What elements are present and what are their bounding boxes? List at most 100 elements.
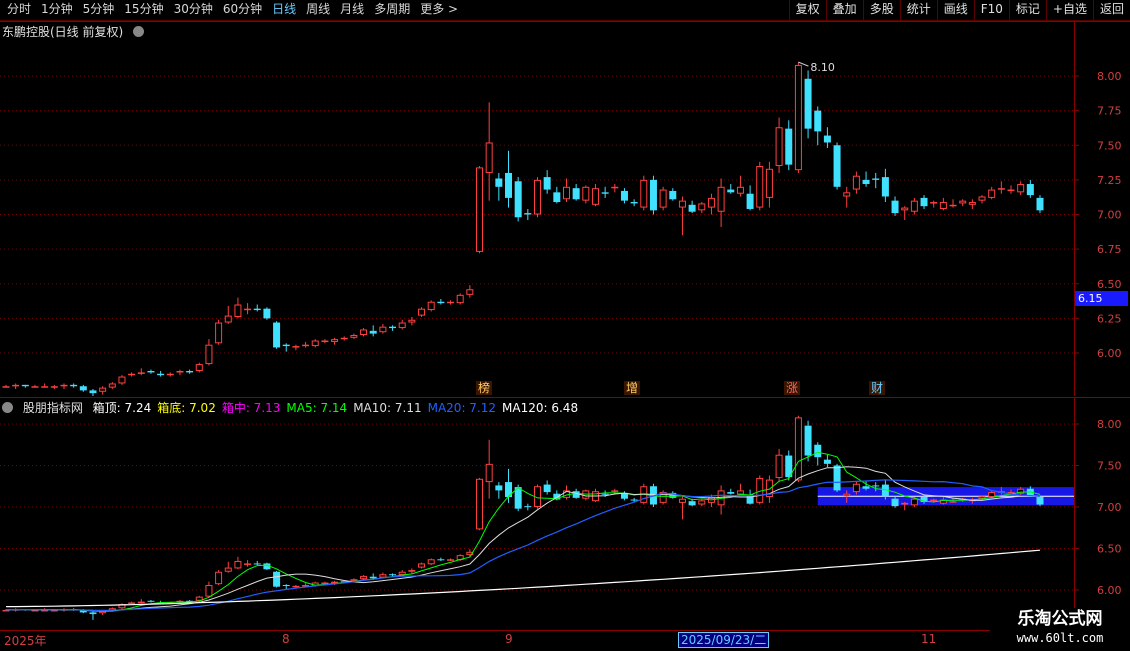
toolbar-button[interactable]: 多股 bbox=[862, 0, 900, 20]
candle-body bbox=[659, 189, 667, 208]
candle-body bbox=[678, 200, 686, 208]
candle-body bbox=[195, 364, 203, 372]
period-tab[interactable]: 60分钟 bbox=[218, 0, 267, 20]
candle-body bbox=[630, 499, 638, 501]
candle-body bbox=[852, 175, 860, 190]
candle-body bbox=[959, 200, 967, 204]
candle-body bbox=[524, 213, 532, 215]
price-tick-label: 6.75 bbox=[1097, 243, 1122, 256]
candle-body bbox=[215, 322, 223, 344]
candle-body bbox=[302, 585, 310, 587]
indicator-value: 箱顶: 7.24 bbox=[92, 401, 152, 415]
period-tab[interactable]: 多周期 bbox=[369, 0, 415, 20]
event-marker[interactable]: 涨 bbox=[784, 381, 801, 395]
indicator-chart[interactable]: 6.00 6.50 7.00 7.50 8.00 bbox=[0, 397, 1130, 630]
candle-body bbox=[881, 177, 889, 197]
main-chart-panel[interactable]: 东鹏控股(日线 前复权) 6.00 6.25 6.50 6.75 7.00 7.25 7.5… bbox=[0, 21, 1130, 396]
candle-body bbox=[862, 486, 870, 489]
candle-body bbox=[186, 371, 194, 373]
period-tab[interactable]: 分时 bbox=[2, 0, 36, 20]
candle-body bbox=[930, 202, 938, 204]
candle-body bbox=[543, 484, 551, 493]
candle-body bbox=[688, 204, 696, 212]
candle-body bbox=[901, 502, 909, 505]
toolbar-button[interactable]: 标记 bbox=[1008, 0, 1046, 20]
indicator-value: MA120: 6.48 bbox=[502, 401, 579, 415]
candle-body bbox=[369, 576, 377, 579]
candle-body bbox=[843, 192, 851, 197]
candle-body bbox=[746, 193, 754, 209]
period-tab[interactable]: 日线 bbox=[267, 0, 301, 20]
candle-body bbox=[437, 301, 445, 304]
indicator-value: MA5: 7.14 bbox=[286, 401, 348, 415]
candle-body bbox=[31, 609, 39, 612]
candle-body bbox=[727, 492, 735, 494]
period-tab[interactable]: 30分钟 bbox=[169, 0, 218, 20]
candle-body bbox=[823, 135, 831, 143]
candlestick-chart[interactable]: 6.00 6.25 6.50 6.75 7.00 7.25 7.50 7.75 8.00 8.10… bbox=[0, 21, 1130, 396]
indicator-panel[interactable]: 股朋指标网 箱顶: 7.24 箱底: 7.02 箱中: 7.13 MA5: 7.14 M… bbox=[0, 397, 1130, 630]
candle-body bbox=[910, 200, 918, 212]
period-tab[interactable]: 5分钟 bbox=[78, 0, 120, 20]
candle-body bbox=[340, 337, 348, 340]
price-tick-label: 7.25 bbox=[1097, 174, 1122, 187]
candle-body bbox=[263, 308, 271, 319]
toolbar-button[interactable]: F10 bbox=[973, 0, 1009, 20]
event-marker[interactable]: 财 bbox=[869, 381, 886, 395]
period-toolbar: 分时 1分钟 5分钟 15分钟 30分钟 60分钟 日线 周线 月线 多周期 更多 > 复权 叠加 多股… bbox=[0, 0, 1130, 21]
date-label: 2025年 bbox=[4, 634, 47, 648]
candle-body bbox=[147, 371, 155, 373]
candle-body bbox=[901, 207, 909, 211]
main-chart-title-bar: 东鹏控股(日线 前复权) bbox=[2, 23, 150, 40]
candle-body bbox=[514, 181, 522, 218]
toolbar-button[interactable]: 复权 bbox=[788, 0, 826, 20]
candle-body bbox=[273, 571, 281, 587]
candle-body bbox=[678, 498, 686, 503]
indicator-name: 股朋指标网 bbox=[22, 401, 83, 415]
candle-body bbox=[224, 315, 232, 323]
date-label: 9 bbox=[505, 632, 513, 646]
price-tick-label: 7.50 bbox=[1097, 460, 1122, 473]
candle-body bbox=[1017, 184, 1025, 193]
price-tick-label: 7.00 bbox=[1097, 501, 1122, 514]
ma5-line bbox=[5, 451, 1041, 612]
candle-body bbox=[99, 387, 107, 392]
candle-body bbox=[447, 301, 455, 304]
candle-body bbox=[418, 308, 426, 316]
period-tab[interactable]: 1分钟 bbox=[36, 0, 78, 20]
candle-body bbox=[1026, 184, 1034, 196]
candle-body bbox=[476, 167, 484, 252]
dropdown-circle-icon[interactable] bbox=[133, 26, 145, 37]
price-tick-label: 6.00 bbox=[1097, 584, 1122, 597]
candle-body bbox=[949, 204, 957, 207]
event-marker[interactable]: 榜 bbox=[476, 381, 493, 395]
candle-body bbox=[698, 500, 706, 505]
candle-body bbox=[311, 340, 319, 347]
toolbar-button[interactable]: 返回 bbox=[1092, 0, 1130, 20]
candle-body bbox=[1036, 197, 1044, 211]
candle-body bbox=[224, 567, 232, 572]
candle-body bbox=[89, 390, 97, 394]
indicator-value: 箱中: 7.13 bbox=[221, 401, 281, 415]
candle-body bbox=[794, 64, 802, 171]
dropdown-circle-icon[interactable] bbox=[2, 402, 13, 413]
indicator-value: 箱底: 7.02 bbox=[157, 401, 216, 415]
candle-body bbox=[456, 294, 464, 304]
period-tab[interactable]: 15分钟 bbox=[119, 0, 168, 20]
period-tab[interactable]: 周线 bbox=[301, 0, 335, 20]
toolbar-button[interactable]: 叠加 bbox=[825, 0, 863, 20]
toolbar-button[interactable]: +自选 bbox=[1045, 0, 1093, 20]
candle-body bbox=[244, 563, 252, 565]
candle-body bbox=[669, 190, 677, 200]
candle-body bbox=[572, 491, 580, 498]
event-marker[interactable]: 增 bbox=[624, 381, 641, 395]
candle-body bbox=[988, 492, 996, 498]
toolbar-button[interactable]: 统计 bbox=[899, 0, 937, 20]
period-tab[interactable]: 月线 bbox=[335, 0, 369, 20]
candle-body bbox=[282, 344, 290, 347]
period-tab[interactable]: 更多 > bbox=[415, 0, 463, 20]
toolbar-button[interactable]: 画线 bbox=[936, 0, 974, 20]
candle-body bbox=[321, 582, 329, 585]
candle-body bbox=[427, 559, 435, 565]
candle-body bbox=[852, 483, 860, 493]
